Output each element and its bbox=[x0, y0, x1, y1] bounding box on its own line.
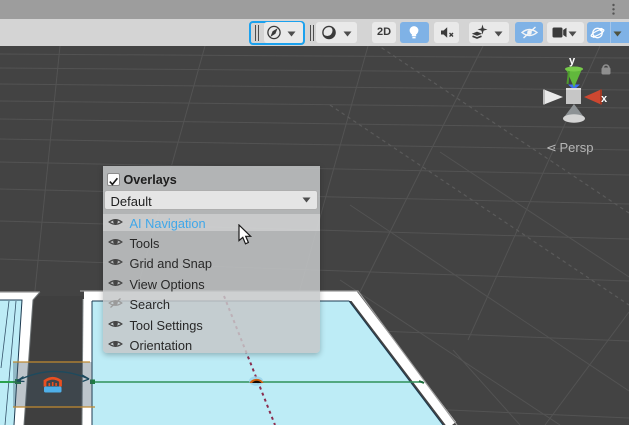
svg-text:x: x bbox=[601, 93, 608, 105]
svg-text:y: y bbox=[569, 55, 576, 67]
svg-text:⋖ Persp: ⋖ Persp bbox=[546, 140, 593, 155]
